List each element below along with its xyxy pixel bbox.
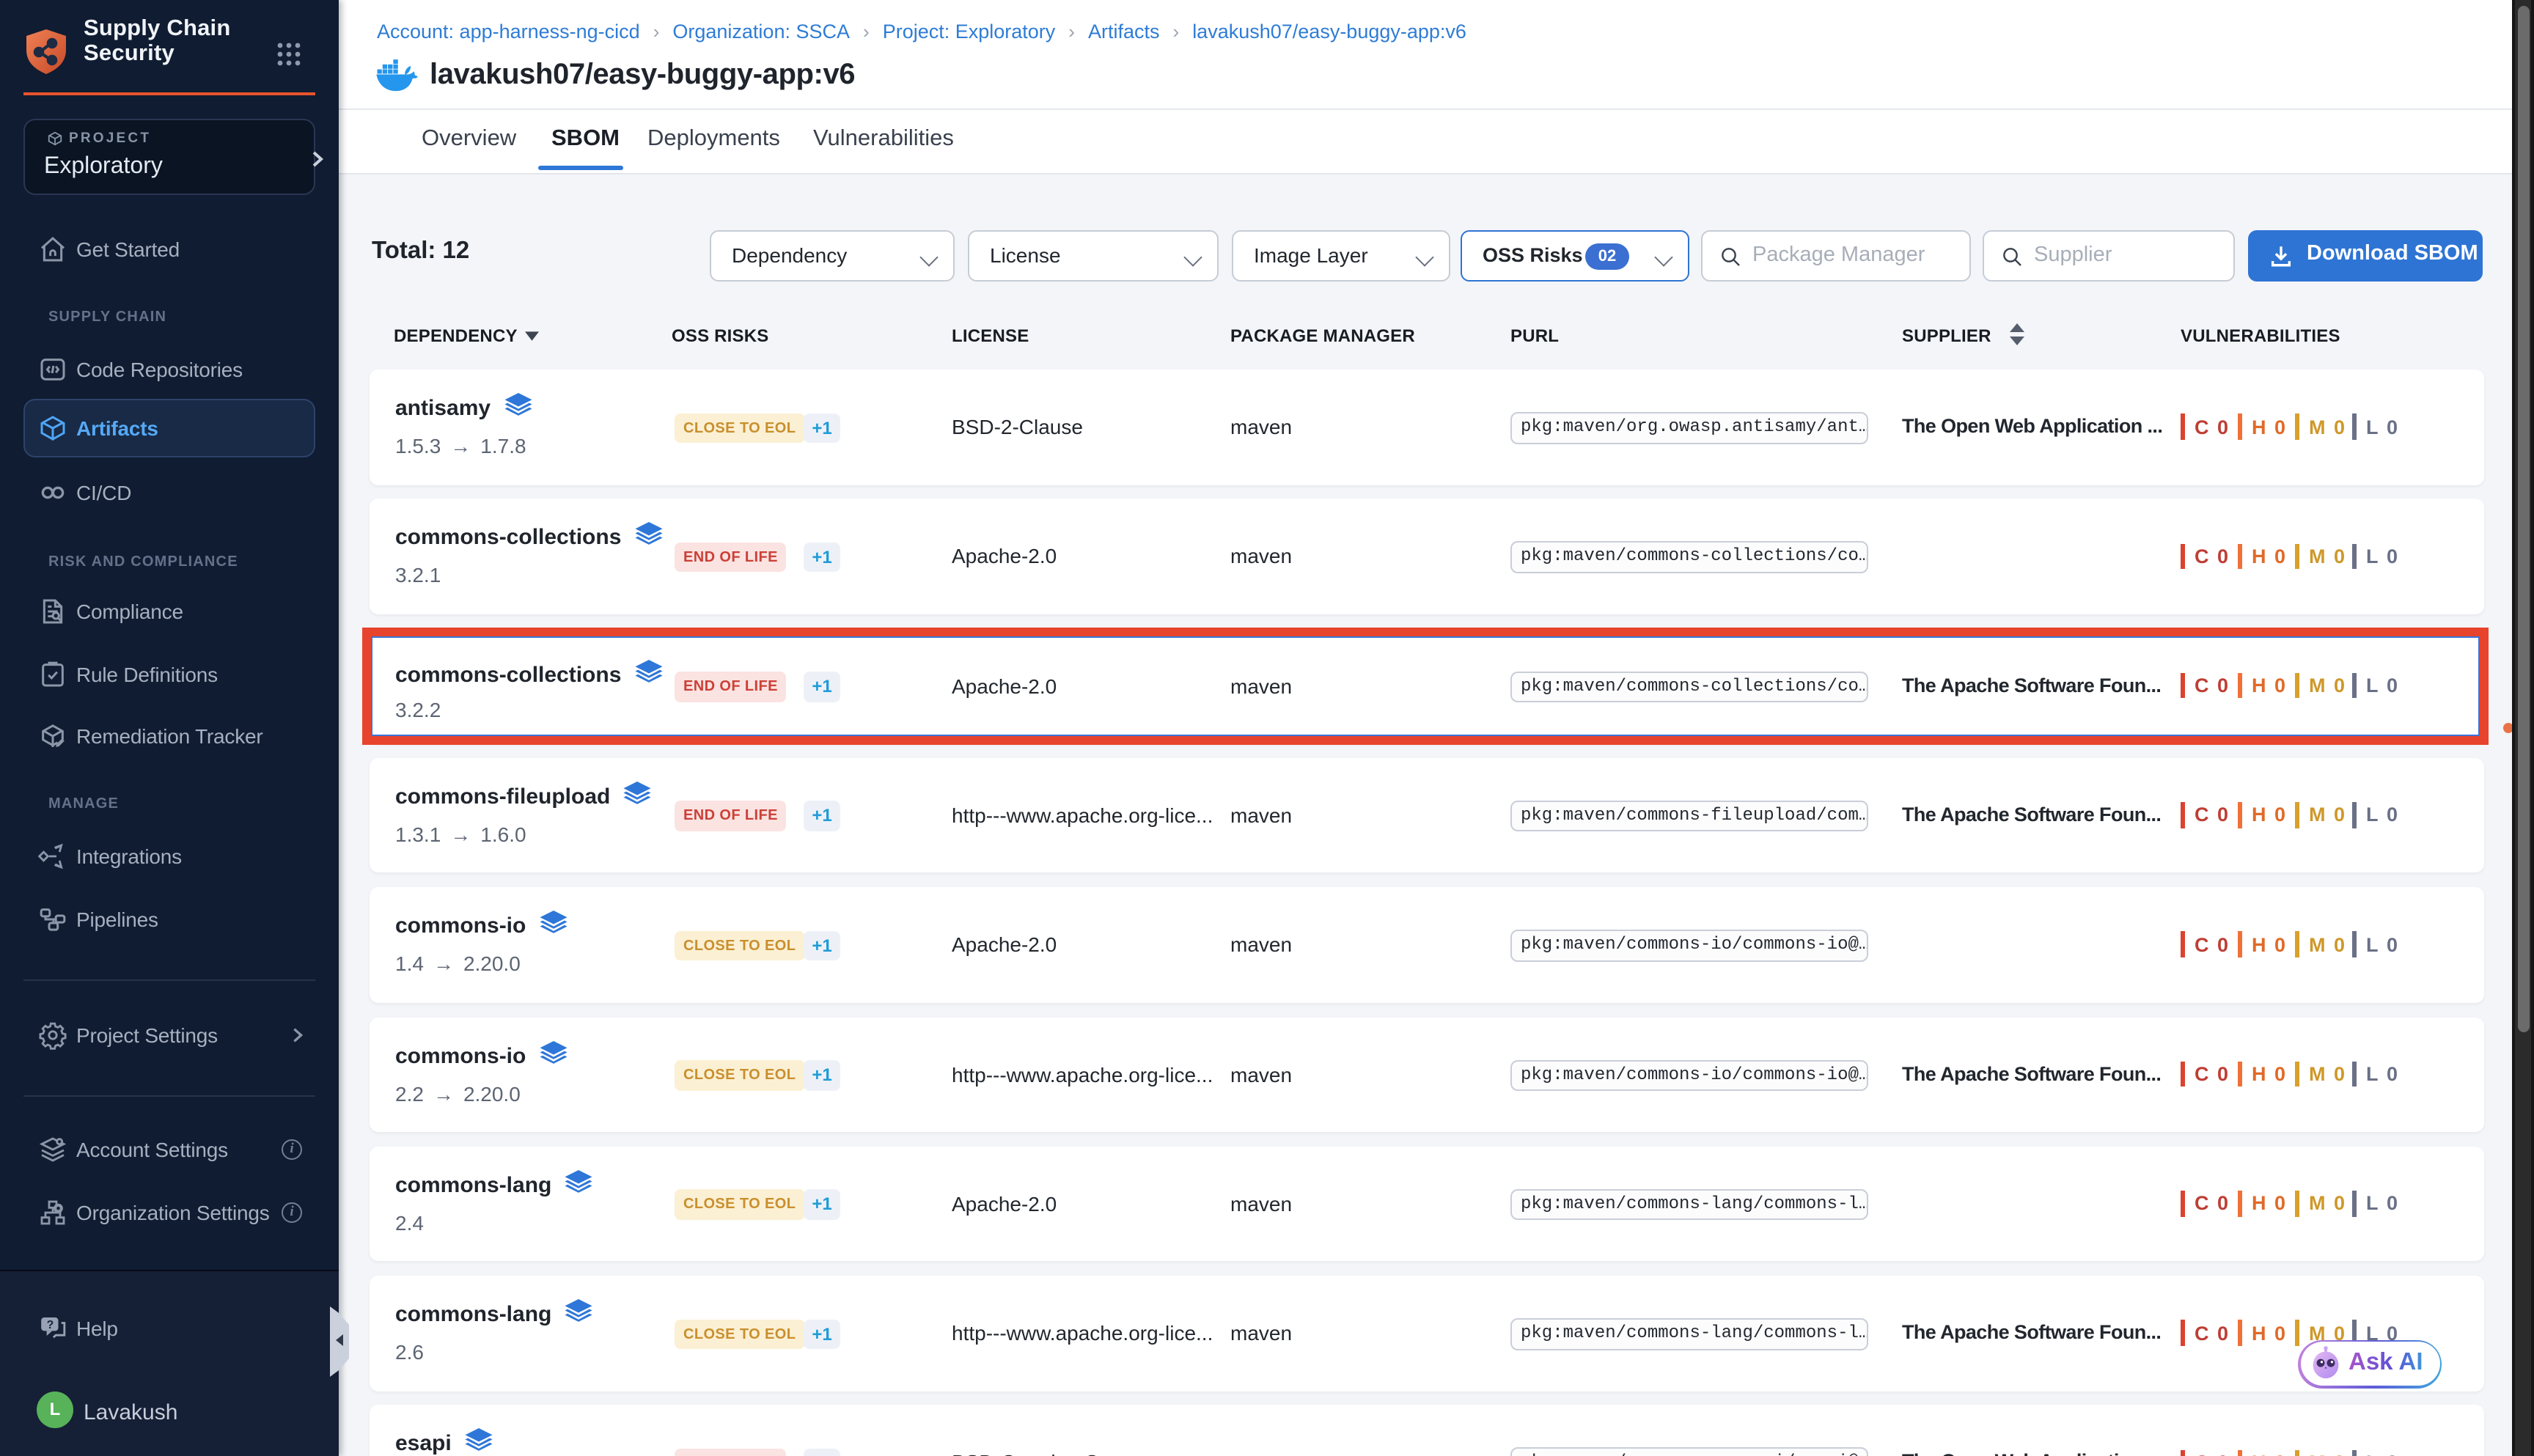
svg-text:?: ? [47,1318,54,1331]
